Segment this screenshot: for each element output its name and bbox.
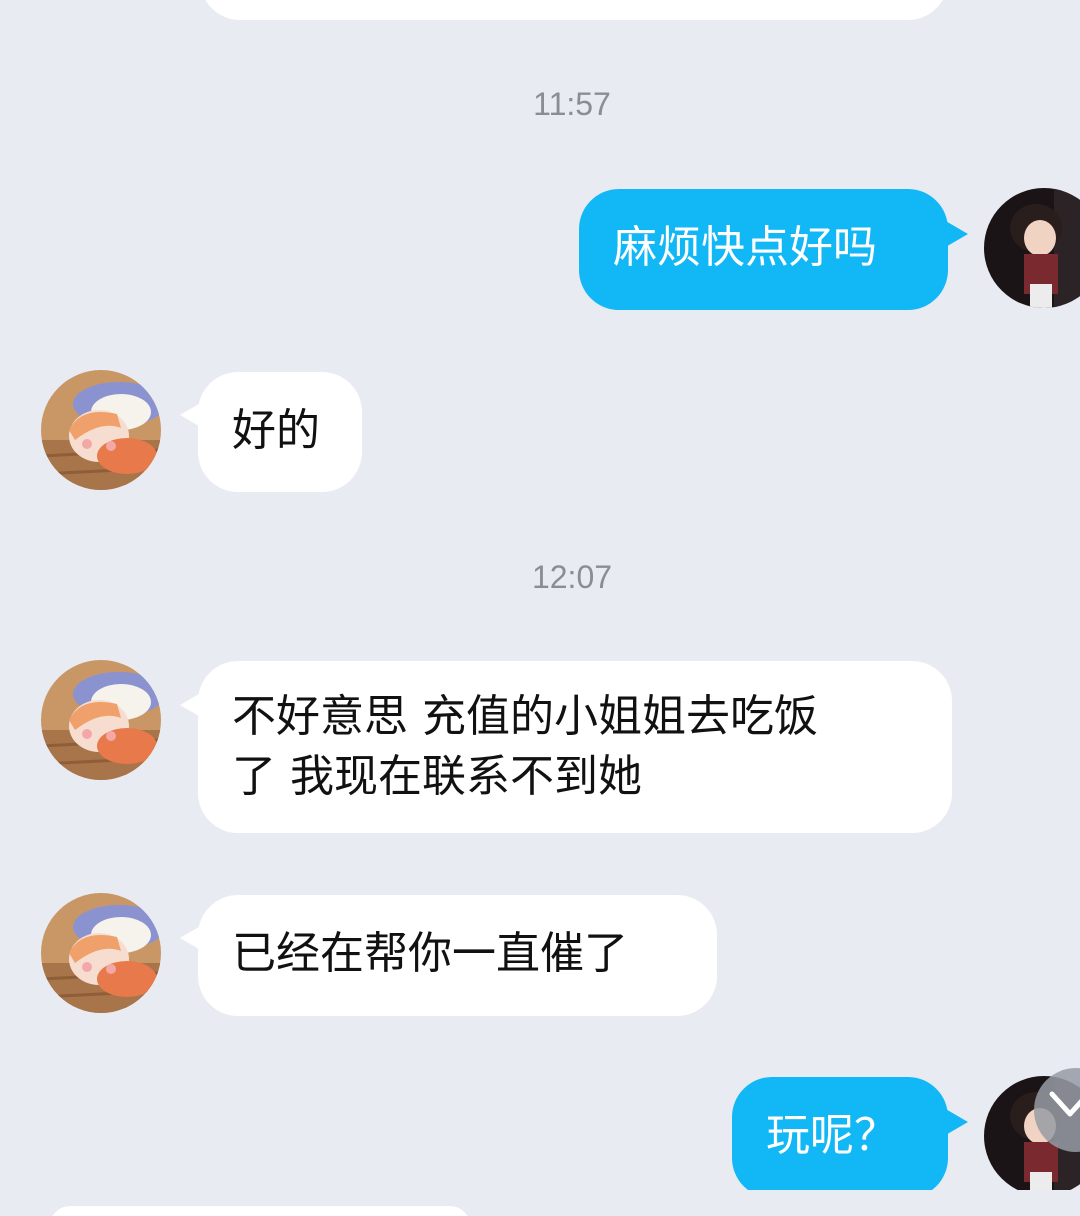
bubble-tail: [944, 1108, 968, 1136]
outgoing-message-bubble[interactable]: 玩呢？: [732, 1077, 948, 1198]
incoming-message-bubble[interactable]: 已经在帮你一直催了: [198, 895, 717, 1016]
incoming-message-bubble[interactable]: 不好意思 充值的小姐姐去吃饭 了 我现在联系不到她: [198, 661, 952, 833]
outgoing-message-bubble[interactable]: 麻烦快点好吗: [579, 189, 948, 310]
chat-message-list[interactable]: 11:57 麻烦快点好吗 好的 12:07 不好意思 充值的小姐姐去吃饭 了 我…: [0, 0, 1080, 1216]
user-avatar-image: [984, 188, 1080, 308]
agent-avatar-image: [41, 893, 161, 1013]
user-avatar[interactable]: [984, 188, 1080, 308]
incoming-message-bubble[interactable]: 好的: [198, 372, 362, 492]
agent-avatar-image: [41, 370, 161, 490]
next-message-bubble[interactable]: [50, 1206, 470, 1216]
agent-avatar[interactable]: [41, 893, 161, 1013]
agent-avatar[interactable]: [41, 370, 161, 490]
agent-avatar[interactable]: [41, 660, 161, 780]
agent-avatar-image: [41, 660, 161, 780]
bubble-tail: [944, 220, 968, 248]
previous-message-bubble[interactable]: [200, 0, 948, 20]
timestamp: 11:57: [533, 86, 611, 122]
chevron-down-icon: [1049, 1091, 1080, 1117]
timestamp: 12:07: [531, 559, 613, 595]
